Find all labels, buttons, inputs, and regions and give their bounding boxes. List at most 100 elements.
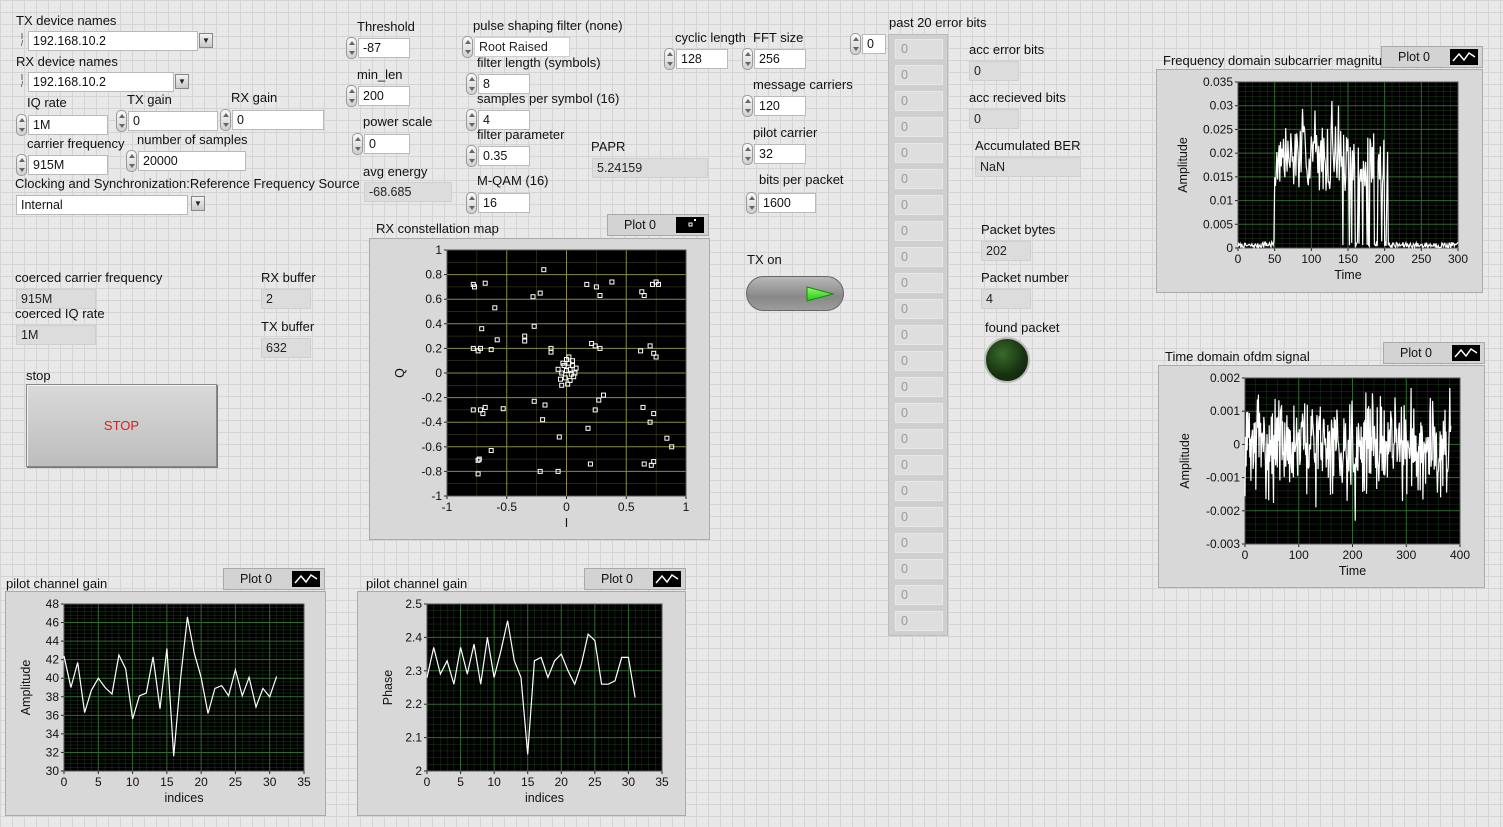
pilot-phase-legend[interactable]: Plot 0 <box>584 568 686 590</box>
x-tick-label: 0 <box>61 775 68 789</box>
error-bits-index-field[interactable]: 0 <box>862 34 886 54</box>
y-tick-label: 0.2 <box>425 341 442 355</box>
filter-length-spinner[interactable] <box>466 73 477 95</box>
found-packet-label: found packet <box>985 320 1060 335</box>
tx-device-dropdown-icon[interactable]: ▼ <box>199 33 213 48</box>
error-bit-cell: 0 <box>895 195 943 215</box>
tx-buffer-label: TX buffer <box>261 319 315 334</box>
carrier-frequency-spinner[interactable] <box>16 154 27 176</box>
tx-buffer-indicator: 632 <box>261 338 311 358</box>
x-tick-label: 250 <box>1411 252 1431 266</box>
bits-per-packet-spinner[interactable] <box>746 192 757 214</box>
x-tick-label: 0 <box>1242 548 1249 562</box>
filter-parameter-spinner[interactable] <box>466 145 477 167</box>
freq-plot-legend[interactable]: Plot 0 <box>1381 46 1483 68</box>
time-plot-legend[interactable]: Plot 0 <box>1383 342 1485 364</box>
bits-per-packet-field[interactable]: 1600 <box>758 193 816 213</box>
acc-error-bits-label: acc error bits <box>969 42 1045 57</box>
x-tick-label: 15 <box>521 775 535 789</box>
time-legend-label: Plot 0 <box>1400 346 1432 360</box>
pilot-amp-legend[interactable]: Plot 0 <box>223 568 325 590</box>
stop-button[interactable]: STOP <box>26 384 217 467</box>
cyclic-length-spinner[interactable] <box>664 48 675 70</box>
threshold-field[interactable]: -87 <box>358 38 410 58</box>
fft-size-spinner[interactable] <box>742 48 753 70</box>
ref-source-select[interactable]: Internal <box>16 195 188 215</box>
packet-number-indicator: 4 <box>981 289 1031 309</box>
cyclic-length-field[interactable]: 128 <box>676 49 728 69</box>
tx-on-toggle[interactable] <box>746 276 844 311</box>
power-scale-field[interactable]: 0 <box>364 134 410 154</box>
message-carriers-spinner[interactable] <box>742 95 753 117</box>
y-tick-label: 0.002 <box>1210 371 1240 385</box>
power-scale-label: power scale <box>363 114 433 129</box>
tx-device-field[interactable]: 192.168.10.2 <box>28 31 198 51</box>
min-len-field[interactable]: 200 <box>358 86 410 106</box>
filter-parameter-field[interactable]: 0.35 <box>478 146 530 166</box>
min-len-spinner[interactable] <box>346 85 357 107</box>
ref-source-dropdown-icon[interactable]: ▼ <box>191 196 205 211</box>
pulse-filter-field[interactable]: Root Raised <box>474 37 570 57</box>
error-bits-array: 0 0 0 0 0 0 0 0 0 0 0 0 0 0 0 0 0 0 0 0 0 0 0 <box>888 34 948 636</box>
error-bit-cell: 0 <box>895 247 943 267</box>
iq-rate-label: IQ rate <box>27 95 67 110</box>
x-tick-label: -1 <box>442 500 453 514</box>
y-tick-label: 2.3 <box>405 664 422 678</box>
x-axis-label: indices <box>525 791 564 805</box>
io-icon: I / <box>20 32 24 48</box>
message-carriers-field[interactable]: 120 <box>754 96 806 116</box>
y-tick-label: 38 <box>46 690 60 704</box>
mqam-field[interactable]: 16 <box>478 193 530 213</box>
tx-gain-spinner[interactable] <box>116 110 127 132</box>
x-axis-label: I <box>565 516 568 530</box>
tx-gain-field[interactable]: 0 <box>128 111 218 131</box>
y-tick-label: 42 <box>46 653 60 667</box>
mqam-label: M-QAM (16) <box>477 173 549 188</box>
x-tick-label: 20 <box>555 775 569 789</box>
rx-gain-field[interactable]: 0 <box>232 110 324 130</box>
freq-graph-title: Frequency domain subcarrier magnitude <box>1163 53 1397 68</box>
mqam-spinner[interactable] <box>466 192 477 214</box>
error-bit-cell: 0 <box>895 481 943 501</box>
y-tick-label: -0.003 <box>1206 537 1240 551</box>
pilot-carrier-spinner[interactable] <box>742 143 753 165</box>
pulse-filter-spinner[interactable] <box>462 36 473 58</box>
min-len-label: min_len <box>357 67 403 82</box>
y-tick-label: 0.015 <box>1203 170 1233 184</box>
y-tick-label: 48 <box>46 597 60 611</box>
iq-rate-spinner[interactable] <box>16 114 27 136</box>
y-tick-label: -0.8 <box>421 464 442 478</box>
y-tick-label: 34 <box>46 727 60 741</box>
error-bit-cell: 0 <box>895 221 943 241</box>
threshold-spinner[interactable] <box>346 37 357 59</box>
ref-source-label: Clocking and Synchronization:Reference F… <box>15 176 360 191</box>
rx-device-field[interactable]: 192.168.10.2 <box>28 72 174 92</box>
samples-per-symbol-spinner[interactable] <box>466 109 477 131</box>
const-graph-title: RX constellation map <box>376 221 499 236</box>
number-of-samples-field[interactable]: 20000 <box>138 151 246 171</box>
const-graph-panel: -1 -0.5 0 0.5 1 -1 -0.8 -0.6 -0.4 -0.2 0 0.2 0.4 0.6 0… <box>369 238 710 540</box>
y-tick-label: 0 <box>435 366 442 380</box>
coerced-carrier-label: coerced carrier frequency <box>15 270 163 285</box>
y-tick-label: -0.4 <box>421 415 442 429</box>
rx-device-dropdown-icon[interactable]: ▼ <box>175 74 189 89</box>
error-bits-index-spinner[interactable] <box>850 33 861 55</box>
carrier-frequency-field[interactable]: 915M <box>28 155 108 175</box>
x-axis-label: indices <box>165 791 204 805</box>
error-bit-cell: 0 <box>895 403 943 423</box>
number-of-samples-spinner[interactable] <box>126 150 137 172</box>
power-scale-spinner[interactable] <box>352 133 363 155</box>
acc-received-bits-label: acc recieved bits <box>969 90 1066 105</box>
cyclic-length-label: cyclic length <box>675 30 746 45</box>
const-plot-legend[interactable]: Plot 0 <box>607 214 709 236</box>
y-tick-label: -0.2 <box>421 391 442 405</box>
rx-gain-spinner[interactable] <box>220 109 231 131</box>
y-tick-label: 46 <box>46 616 60 630</box>
message-carriers-label: message carriers <box>753 77 853 92</box>
fft-size-field[interactable]: 256 <box>754 49 806 69</box>
pilot-phase-graph: 0 5 10 15 20 25 30 35 2 2.1 2.2 2.3 2.4 2.5 indices Pha… <box>381 597 669 805</box>
y-tick-label: -1 <box>431 489 442 503</box>
pilot-carrier-field[interactable]: 32 <box>754 144 806 164</box>
x-tick-label: 300 <box>1448 252 1468 266</box>
iq-rate-field[interactable]: 1M <box>28 115 108 135</box>
